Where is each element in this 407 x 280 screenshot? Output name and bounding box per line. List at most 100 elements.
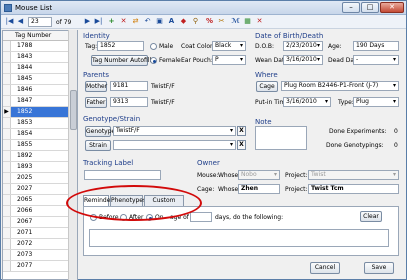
coat-color-select[interactable]: Black <box>212 41 246 51</box>
row-indicator[interactable] <box>3 206 11 216</box>
reminder-textarea[interactable] <box>89 229 389 247</box>
chart-icon[interactable]: ▦ <box>243 17 252 26</box>
table-row[interactable]: 2067 <box>3 217 77 228</box>
table-row[interactable]: 1893 <box>3 162 77 173</box>
font-icon[interactable]: A <box>167 17 176 26</box>
row-indicator[interactable] <box>3 261 11 271</box>
table-row[interactable]: 2073 <box>3 250 77 261</box>
strain-button[interactable]: Strain <box>85 140 111 151</box>
dead-date-input[interactable]: - <box>353 55 399 65</box>
row-indicator[interactable] <box>3 52 11 62</box>
genotype-select[interactable]: TwistF/F <box>113 126 236 136</box>
row-indicator[interactable] <box>3 140 11 150</box>
cage-project-input[interactable]: Twist Tcm <box>308 184 399 194</box>
row-indicator[interactable] <box>3 118 11 128</box>
row-indicator[interactable] <box>3 173 11 183</box>
dob-input[interactable]: 2/23/2010 <box>283 41 323 51</box>
save-icon[interactable]: ▣ <box>155 17 164 26</box>
row-indicator[interactable] <box>3 239 11 249</box>
clear-genotype-button[interactable]: X <box>237 126 246 136</box>
table-row[interactable]: 1844 <box>3 63 77 74</box>
note-textarea[interactable] <box>255 126 307 150</box>
male-radio[interactable] <box>150 43 157 50</box>
cage-whose-input[interactable]: Zhen <box>238 184 280 194</box>
scrollbar-thumb[interactable] <box>70 90 77 130</box>
save-button[interactable]: Save <box>364 262 394 274</box>
row-indicator[interactable] <box>3 129 11 139</box>
close-button[interactable]: ✕ <box>380 2 404 13</box>
remove-icon[interactable]: ✕ <box>255 17 264 26</box>
mother-id-input[interactable]: 9181 <box>110 81 148 91</box>
row-indicator[interactable] <box>3 228 11 238</box>
table-row[interactable]: 1855 <box>3 140 77 151</box>
previous-record-icon[interactable]: ◀ <box>16 17 25 26</box>
table-row[interactable]: 1845 <box>3 74 77 85</box>
ear-pouch-select[interactable]: P <box>212 55 246 65</box>
type-select[interactable]: Plug <box>353 97 399 107</box>
days-input[interactable] <box>190 212 212 222</box>
table-row[interactable]: 2066 <box>3 206 77 217</box>
age-input[interactable]: 190 Days <box>353 41 399 51</box>
record-number-input[interactable]: 23 <box>28 17 52 27</box>
row-indicator[interactable] <box>3 96 11 106</box>
move-icon[interactable]: ⇄ <box>131 17 140 26</box>
row-indicator[interactable] <box>3 217 11 227</box>
tools-icon[interactable]: ✂ <box>217 17 226 26</box>
table-row[interactable]: 1892 <box>3 151 77 162</box>
table-row[interactable]: 2025 <box>3 173 77 184</box>
table-row[interactable]: 1854 <box>3 129 77 140</box>
row-indicator[interactable] <box>3 151 11 161</box>
row-indicator[interactable] <box>3 162 11 172</box>
cage-button[interactable]: Cage <box>256 81 278 92</box>
row-indicator[interactable] <box>3 63 11 73</box>
add-icon[interactable]: + <box>107 17 116 26</box>
wean-date-input[interactable]: 3/16/2010 <box>283 55 323 65</box>
table-row[interactable]: 1788 <box>3 41 77 52</box>
table-row[interactable]: ▶ 1852 <box>3 107 77 118</box>
table-row[interactable]: 1853 <box>3 118 77 129</box>
clear-strain-button[interactable]: X <box>237 140 246 150</box>
row-indicator[interactable] <box>3 184 11 194</box>
mouse-whose-select[interactable]: Nobo <box>238 170 280 180</box>
father-button[interactable]: Father <box>85 97 107 108</box>
father-id-input[interactable]: 9313 <box>110 97 148 107</box>
grid-scrollbar[interactable] <box>68 30 77 280</box>
percent-icon[interactable]: % <box>205 17 214 26</box>
table-row[interactable]: 1843 <box>3 52 77 63</box>
last-record-icon[interactable]: ▶| <box>94 17 103 26</box>
tracking-label-input[interactable] <box>84 170 161 180</box>
toolbar: |◀ ◀ 23 of 79 ▶ ▶| + ✕ ⇄ ↶ ▣ A ◆ ⚲ % ✂ ℳ… <box>1 15 406 29</box>
table-row[interactable]: 2071 <box>3 228 77 239</box>
row-indicator[interactable] <box>3 41 11 51</box>
mother-button[interactable]: Mother <box>85 81 107 92</box>
delete-icon[interactable]: ✕ <box>119 17 128 26</box>
minimize-button[interactable]: – <box>342 2 360 13</box>
current-row-arrow-icon[interactable]: ▶ <box>3 107 11 117</box>
table-row[interactable]: 2072 <box>3 239 77 250</box>
row-indicator[interactable] <box>3 195 11 205</box>
undo-icon[interactable]: ↶ <box>143 17 152 26</box>
next-record-icon[interactable]: ▶ <box>83 17 92 26</box>
table-row[interactable]: 1847 <box>3 96 77 107</box>
cancel-button[interactable]: Cancel <box>310 262 340 274</box>
put-in-time-input[interactable]: 3/16/2010 <box>283 97 331 107</box>
female-radio[interactable] <box>150 57 157 64</box>
link-icon[interactable]: ⚲ <box>191 17 200 26</box>
tag-number-autofill-button[interactable]: Tag Number Autofill <box>91 55 151 66</box>
genotype-button[interactable]: Genotype <box>85 126 115 137</box>
table-row[interactable]: 2077 <box>3 261 77 272</box>
maximize-button[interactable]: □ <box>361 2 379 13</box>
mouse-project-select[interactable]: Twist <box>308 170 399 180</box>
row-indicator[interactable] <box>3 74 11 84</box>
search-icon[interactable]: ℳ <box>231 17 240 26</box>
cage-select[interactable]: Plug Room B2446-P1-Front (J-7) <box>281 81 399 91</box>
table-row[interactable]: 2027 <box>3 184 77 195</box>
row-indicator[interactable] <box>3 85 11 95</box>
row-indicator[interactable] <box>3 250 11 260</box>
first-record-icon[interactable]: |◀ <box>5 17 14 26</box>
tag-input[interactable]: 1852 <box>97 41 144 51</box>
table-row[interactable]: 1846 <box>3 85 77 96</box>
strain-select[interactable] <box>113 140 236 150</box>
clear-button[interactable]: Clear <box>360 211 382 222</box>
filter-icon[interactable]: ◆ <box>179 17 188 26</box>
